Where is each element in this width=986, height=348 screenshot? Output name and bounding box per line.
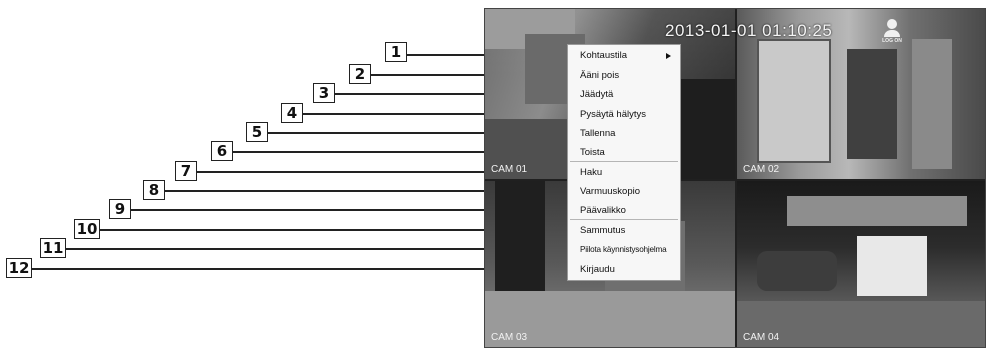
menu-item-label: Kirjaudu — [580, 264, 615, 275]
menu-item-label: Kohtaustila — [580, 50, 628, 61]
menu-item-label: Jäädytä — [580, 89, 614, 100]
callout-3: 3 — [313, 83, 335, 103]
menu-item-label: Piilota käynnistysohjelma — [580, 245, 667, 254]
callout-2: 2 — [349, 64, 371, 84]
menu-item-varmuuskopio[interactable]: Varmuuskopio — [580, 182, 640, 201]
logon-label: LOG ON — [882, 38, 902, 44]
camera-view-4[interactable]: CAM 04 — [737, 181, 985, 347]
menu-item-label: Varmuuskopio — [580, 186, 641, 197]
menu-item-kohtaustila[interactable]: Kohtaustila — [580, 46, 680, 65]
callout-5: 5 — [246, 122, 268, 142]
menu-item-sammutus[interactable]: Sammutus — [580, 221, 625, 240]
menu-item-toista[interactable]: Toista — [580, 143, 605, 162]
user-icon — [887, 19, 897, 29]
callout-1: 1 — [385, 42, 407, 62]
context-menu: Kohtaustila Ääni pois Jäädytä Pysäytä hä… — [567, 44, 681, 281]
menu-item-label: Ääni pois — [580, 70, 620, 81]
menu-item-jaadyta[interactable]: Jäädytä — [580, 85, 613, 104]
callout-6: 6 — [211, 141, 233, 161]
callout-10: 10 — [74, 219, 100, 239]
camera-label-4: CAM 04 — [743, 332, 780, 343]
menu-item-tallenna[interactable]: Tallenna — [580, 124, 615, 143]
camera-label-3: CAM 03 — [491, 332, 528, 343]
date-time-display: 2013-01-01 01:10:25 — [665, 21, 833, 40]
menu-item-label: Pysäytä hälytys — [580, 109, 646, 120]
menu-item-paavalikko[interactable]: Päävalikko — [580, 201, 626, 220]
menu-separator — [570, 161, 678, 162]
menu-item-piilota-kaynnistysohjelma[interactable]: Piilota käynnistysohjelma — [580, 240, 667, 259]
menu-item-label: Toista — [580, 147, 605, 158]
camera-label-2: CAM 02 — [743, 164, 780, 175]
camera-label-1: CAM 01 — [491, 164, 528, 175]
menu-item-haku[interactable]: Haku — [580, 163, 602, 182]
menu-item-aani-pois[interactable]: Ääni pois — [580, 66, 619, 85]
callout-4: 4 — [281, 103, 303, 123]
callout-12: 12 — [6, 258, 32, 278]
callout-8: 8 — [143, 180, 165, 200]
callout-11: 11 — [40, 238, 66, 258]
menu-item-kirjaudu[interactable]: Kirjaudu — [580, 260, 615, 279]
menu-item-pysayta-halytys[interactable]: Pysäytä hälytys — [580, 105, 646, 124]
menu-item-label: Haku — [580, 167, 603, 178]
menu-item-label: Päävalikko — [580, 205, 626, 216]
live-view-screen: CAM 01 CAM 02 CAM 03 CAM 04 2013-01-01 0… — [484, 8, 986, 348]
logon-button[interactable]: LOG ON — [879, 19, 905, 49]
submenu-arrow-icon — [666, 52, 671, 59]
callout-9: 9 — [109, 199, 131, 219]
menu-separator — [570, 219, 678, 220]
menu-item-label: Tallenna — [580, 128, 616, 139]
callout-7: 7 — [175, 161, 197, 181]
menu-item-label: Sammutus — [580, 225, 626, 236]
